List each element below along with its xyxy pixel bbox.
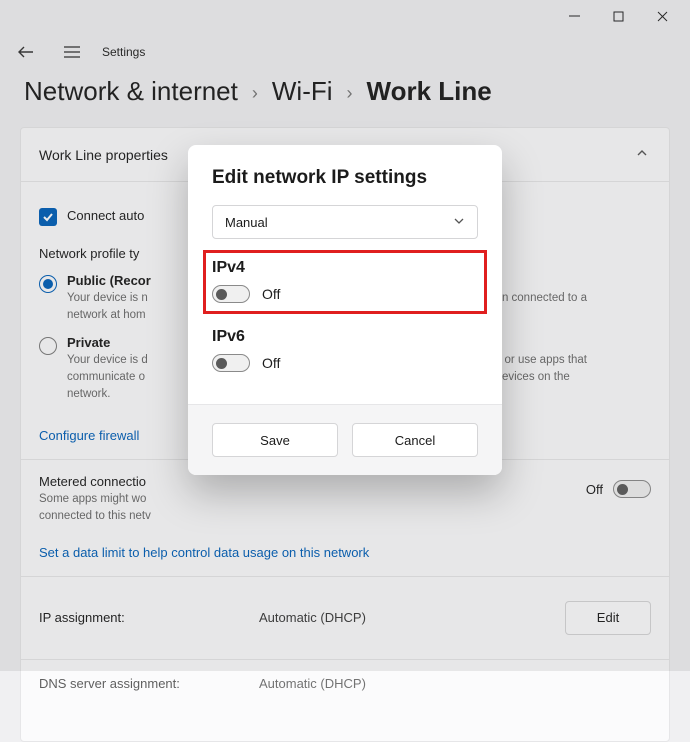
ipv4-label: IPv4	[212, 259, 478, 277]
ipv6-label: IPv6	[212, 328, 478, 346]
ipv6-toggle[interactable]	[212, 354, 250, 372]
ipv4-highlight: IPv4 Off	[203, 250, 487, 314]
cancel-button[interactable]: Cancel	[352, 423, 478, 457]
dns-label: DNS server assignment:	[39, 676, 259, 691]
dns-value: Automatic (DHCP)	[259, 676, 366, 691]
ipv4-toggle[interactable]	[212, 285, 250, 303]
ip-mode-value: Manual	[225, 215, 268, 230]
ip-mode-select[interactable]: Manual	[212, 205, 478, 239]
edit-ip-dialog: Edit network IP settings Manual IPv4 Off…	[188, 145, 502, 475]
dialog-footer: Save Cancel	[188, 404, 502, 475]
ipv6-state: Off	[262, 355, 280, 371]
dialog-title: Edit network IP settings	[212, 167, 478, 189]
chevron-down-icon	[453, 215, 465, 230]
save-button[interactable]: Save	[212, 423, 338, 457]
ipv4-state: Off	[262, 286, 280, 302]
